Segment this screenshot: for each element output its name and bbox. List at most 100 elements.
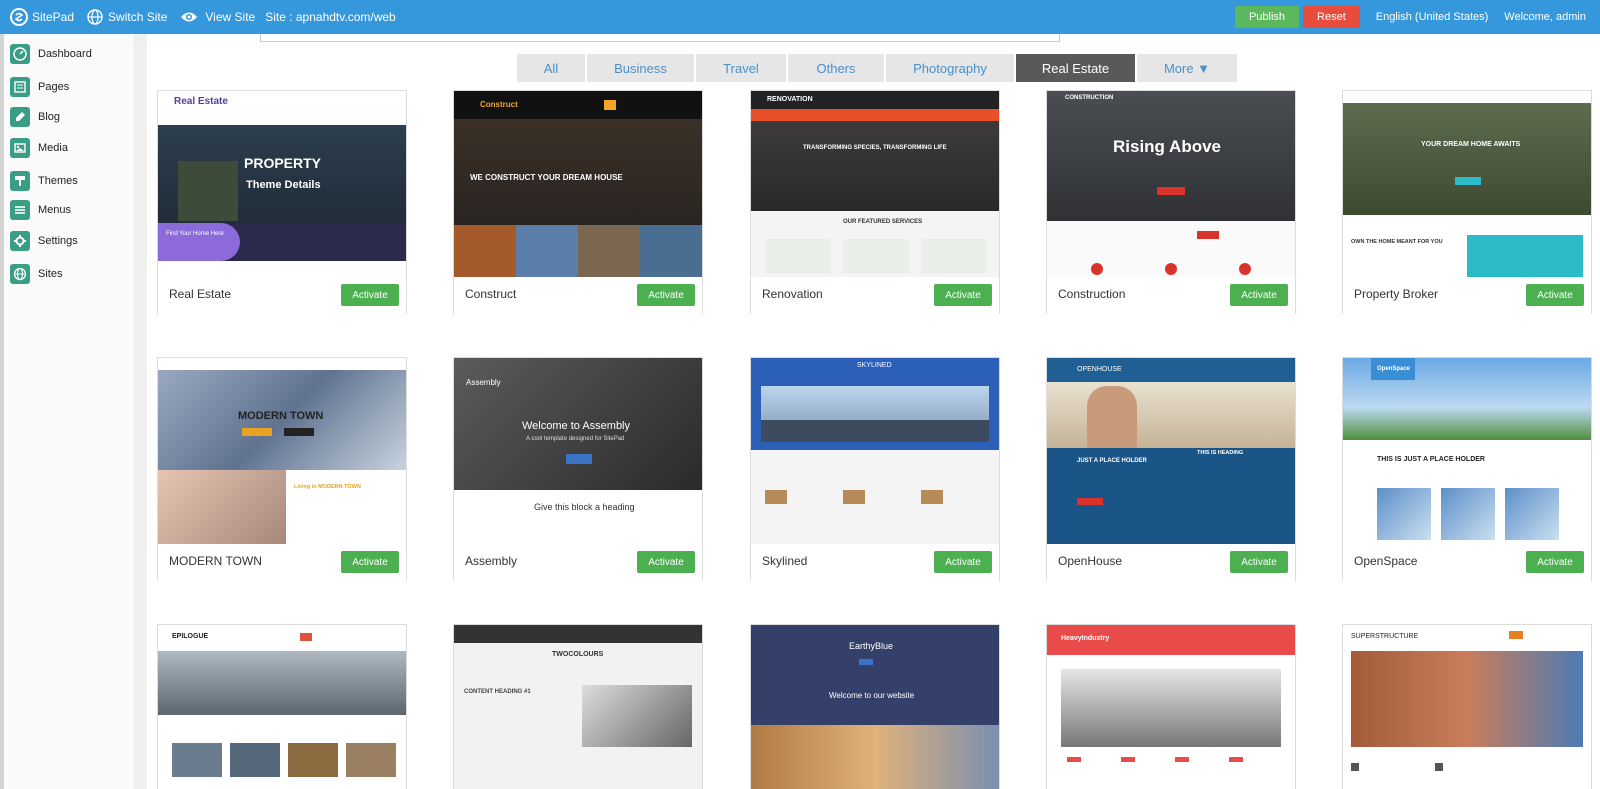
settings-icon xyxy=(10,231,30,251)
tab-travel[interactable]: Travel xyxy=(696,54,786,82)
thumb-section: Welcome to our website xyxy=(829,691,915,700)
card-footer: OpenHouse Activate xyxy=(1047,544,1295,581)
card-footer: Real Estate Activate xyxy=(158,277,406,314)
brand-label: SitePad xyxy=(32,10,75,24)
activate-button[interactable]: Activate xyxy=(1526,284,1584,306)
view-site-link[interactable]: View Site xyxy=(179,8,255,26)
thumb-logo: TWOCOLOURS xyxy=(552,651,604,658)
theme-thumbnail[interactable]: OPENHOUSE JUST A PLACE HOLDER THIS IS HE… xyxy=(1047,358,1295,544)
thumb-logo: SUPERSTRUCTURE xyxy=(1351,633,1419,640)
thumb-heading: Rising Above xyxy=(1113,137,1221,156)
theme-thumbnail[interactable]: EarthyBlue Welcome to our website xyxy=(751,625,999,789)
sidebar-gutter xyxy=(135,34,147,789)
top-bar: SitePad Switch Site View Site Site : apn… xyxy=(0,0,1600,34)
thumb-section: OWN THE HOME MEANT FOR YOU xyxy=(1351,239,1443,245)
publish-button[interactable]: Publish xyxy=(1234,6,1300,28)
blog-icon xyxy=(10,107,30,127)
language-selector[interactable]: English (United States) xyxy=(1376,11,1489,23)
theme-thumbnail[interactable]: CONSTRUCTION Rising Above xyxy=(1047,91,1295,277)
card-footer: Skylined Activate xyxy=(751,544,999,581)
thumb-logo: Assembly xyxy=(466,378,501,387)
theme-card-openspace: OpenSpace THIS IS JUST A PLACE HOLDER Op… xyxy=(1342,357,1592,581)
theme-thumbnail[interactable]: TWOCOLOURS CONTENT HEADING #1 xyxy=(454,625,702,789)
theme-thumbnail[interactable]: YOUR DREAM HOME AWAITS OWN THE HOME MEAN… xyxy=(1343,91,1591,277)
sidebar-item-menus[interactable]: Menus xyxy=(10,200,71,220)
tab-real-estate[interactable]: Real Estate xyxy=(1016,54,1135,82)
theme-name: OpenHouse xyxy=(1058,554,1123,568)
thumb-subheading: Theme Details xyxy=(246,179,321,191)
tab-photography[interactable]: Photography xyxy=(886,54,1014,82)
card-footer: Construct Activate xyxy=(454,277,702,314)
sidebar-item-blog[interactable]: Blog xyxy=(10,107,60,127)
theme-thumbnail[interactable]: HeavyIndustry xyxy=(1047,625,1295,789)
thumb-cta: Find Your Home Here xyxy=(166,231,224,237)
theme-card-earthyblue: EarthyBlue Welcome to our website xyxy=(750,624,1000,789)
sidebar-item-label: Settings xyxy=(38,235,78,247)
thumb-logo: Real Estate xyxy=(174,96,228,107)
menus-icon xyxy=(10,200,30,220)
brand[interactable]: SitePad xyxy=(10,8,74,26)
theme-card-modern-town: MODERN TOWN Living in MODERN TOWN MODERN… xyxy=(157,357,407,581)
theme-thumbnail[interactable]: SKYLINED xyxy=(751,358,999,544)
theme-thumbnail[interactable]: Assembly Welcome to Assembly A cool temp… xyxy=(454,358,702,544)
thumb-section: Living in MODERN TOWN xyxy=(294,484,361,490)
theme-name: Skylined xyxy=(762,554,808,568)
activate-button[interactable]: Activate xyxy=(341,284,399,306)
tab-others[interactable]: Others xyxy=(788,54,884,82)
activate-button[interactable]: Activate xyxy=(637,284,695,306)
reset-button[interactable]: Reset xyxy=(1303,6,1360,28)
activate-button[interactable]: Activate xyxy=(1230,284,1288,306)
welcome-user[interactable]: Welcome, admin xyxy=(1504,11,1586,23)
sidebar-item-sites[interactable]: Sites xyxy=(10,264,62,284)
thumb-logo: HeavyIndustry xyxy=(1061,635,1110,642)
theme-card-real-estate: Real Estate PROPERTY Theme Details Find … xyxy=(157,90,407,314)
theme-name: Real Estate xyxy=(169,287,232,301)
thumb-section: Give this block a heading xyxy=(534,502,635,512)
sidebar-item-themes[interactable]: Themes xyxy=(10,171,78,191)
theme-thumbnail[interactable]: Construct WE CONSTRUCT YOUR DREAM HOUSE xyxy=(454,91,702,277)
theme-thumbnail[interactable]: RENOVATION TRANSFORMING SPECIES, TRANSFO… xyxy=(751,91,999,277)
theme-thumbnail[interactable]: SUPERSTRUCTURE xyxy=(1343,625,1591,789)
activate-button[interactable]: Activate xyxy=(934,551,992,573)
activate-button[interactable]: Activate xyxy=(1526,551,1584,573)
theme-thumbnail[interactable]: MODERN TOWN Living in MODERN TOWN xyxy=(158,358,406,544)
media-icon xyxy=(10,138,30,158)
sidebar-item-media[interactable]: Media xyxy=(10,138,68,158)
thumb-logo: Construct xyxy=(480,100,518,109)
thumb-section: OUR FEATURED SERVICES xyxy=(843,219,923,225)
thumb-heading: PROPERTY xyxy=(244,155,322,171)
sidebar-item-label: Dashboard xyxy=(38,48,92,60)
card-footer: Construction Activate xyxy=(1047,277,1295,314)
tab-all[interactable]: All xyxy=(517,54,585,82)
sidebar-item-label: Themes xyxy=(38,175,78,187)
theme-card-construct: Construct WE CONSTRUCT YOUR DREAM HOUSE … xyxy=(453,90,703,314)
tab-business[interactable]: Business xyxy=(587,54,694,82)
thumb-section: CONTENT HEADING #1 xyxy=(464,689,531,695)
search-input[interactable] xyxy=(260,34,1060,42)
theme-name: Renovation xyxy=(762,287,823,301)
sitepad-logo-icon xyxy=(10,8,28,26)
activate-button[interactable]: Activate xyxy=(637,551,695,573)
activate-button[interactable]: Activate xyxy=(1230,551,1288,573)
theme-name: Construct xyxy=(465,287,517,301)
activate-button[interactable]: Activate xyxy=(341,551,399,573)
sidebar-item-label: Menus xyxy=(38,204,72,216)
theme-thumbnail[interactable]: EPILOGUE xyxy=(158,625,406,789)
sidebar-item-pages[interactable]: Pages xyxy=(10,77,69,97)
view-site-label: View Site xyxy=(205,10,256,24)
sites-icon xyxy=(10,264,30,284)
card-footer: Property Broker Activate xyxy=(1343,277,1591,314)
globe-icon xyxy=(86,8,104,26)
theme-thumbnail[interactable]: Real Estate PROPERTY Theme Details Find … xyxy=(158,91,406,277)
sidebar-item-label: Media xyxy=(38,142,68,154)
thumb-logo: RENOVATION xyxy=(767,96,813,103)
tab-more[interactable]: More ▼ xyxy=(1137,54,1237,82)
theme-thumbnail[interactable]: OpenSpace THIS IS JUST A PLACE HOLDER xyxy=(1343,358,1591,544)
thumb-heading: TRANSFORMING SPECIES, TRANSFORMING LIFE xyxy=(803,145,947,151)
sidebar-item-dashboard[interactable]: Dashboard xyxy=(10,44,92,64)
activate-button[interactable]: Activate xyxy=(934,284,992,306)
sidebar-item-settings[interactable]: Settings xyxy=(10,231,78,251)
theme-name: Assembly xyxy=(465,554,518,568)
switch-site-link[interactable]: Switch Site xyxy=(86,8,167,26)
thumb-subheading: THIS IS HEADING xyxy=(1197,450,1244,456)
